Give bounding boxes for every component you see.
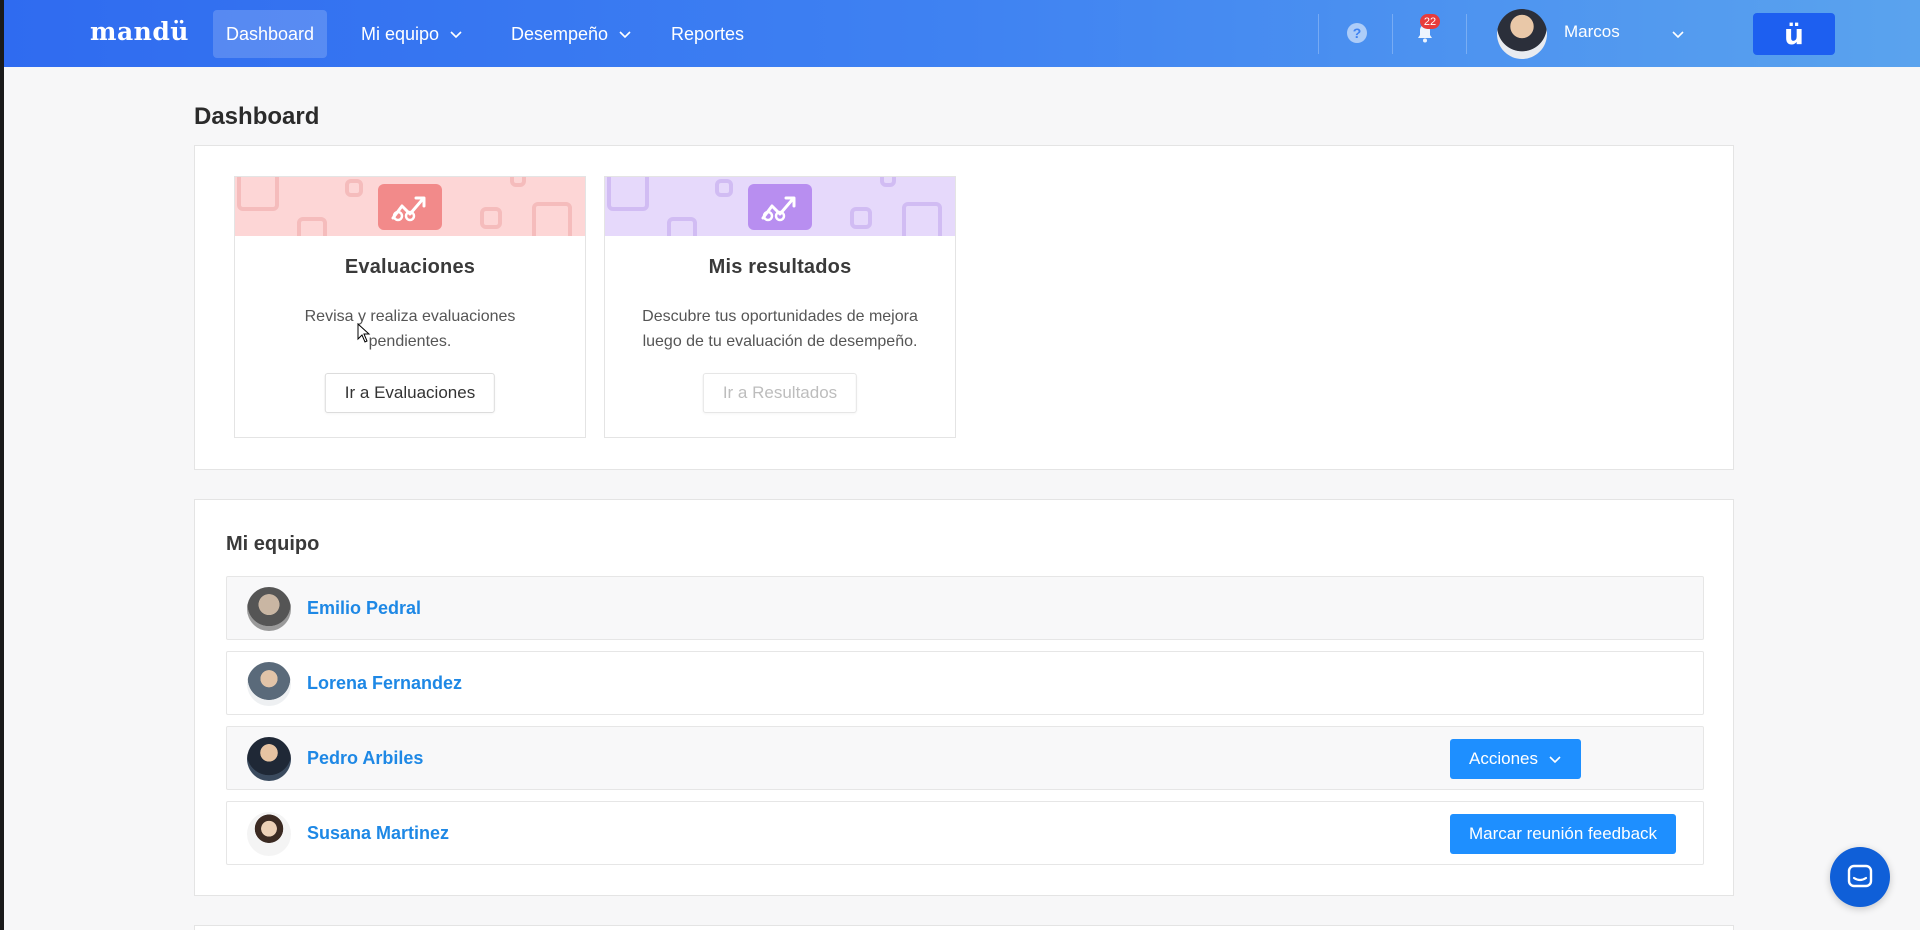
team-member-row[interactable]: Emilio Pedral bbox=[226, 576, 1704, 640]
pattern-shape bbox=[510, 177, 526, 187]
pattern-shape bbox=[297, 217, 327, 236]
help-icon[interactable]: ? bbox=[1347, 23, 1367, 43]
nav-reportes[interactable]: Reportes bbox=[658, 10, 757, 58]
page-title: Dashboard bbox=[194, 103, 320, 130]
pattern-shape bbox=[532, 202, 572, 236]
team-member-row[interactable]: Susana Martinez Marcar reunión feedback bbox=[226, 801, 1704, 865]
nav-dashboard-label: Dashboard bbox=[226, 23, 315, 44]
avatar bbox=[247, 662, 291, 706]
acciones-dropdown-button[interactable]: Acciones bbox=[1450, 739, 1581, 779]
pattern-shape bbox=[902, 202, 942, 236]
nav-divider bbox=[1466, 14, 1467, 54]
pattern-shape bbox=[607, 177, 649, 211]
pattern-shape bbox=[237, 177, 279, 211]
brand-menu-button[interactable]: ü bbox=[1753, 13, 1835, 55]
section-title: Mi equipo bbox=[226, 533, 320, 555]
user-avatar[interactable] bbox=[1497, 9, 1547, 59]
member-name-link[interactable]: Susana Martinez bbox=[307, 823, 449, 844]
ir-a-resultados-button[interactable]: Ir a Resultados bbox=[702, 373, 858, 413]
cards-panel: Evaluaciones Revisa y realiza evaluacion… bbox=[194, 145, 1734, 470]
chevron-down-icon[interactable] bbox=[1671, 27, 1685, 41]
app-logo[interactable]: mandü bbox=[90, 17, 189, 46]
card-evaluaciones: Evaluaciones Revisa y realiza evaluacion… bbox=[234, 176, 586, 438]
nav-mi-equipo[interactable]: Mi equipo bbox=[348, 10, 476, 58]
next-panel-edge bbox=[194, 925, 1734, 930]
pattern-shape bbox=[345, 179, 363, 197]
member-name-link[interactable]: Emilio Pedral bbox=[307, 598, 421, 619]
mouse-cursor-icon bbox=[357, 323, 371, 343]
nav-reportes-label: Reportes bbox=[671, 23, 745, 44]
pattern-shape bbox=[715, 179, 733, 197]
trending-up-icon bbox=[378, 184, 442, 230]
marcar-reunion-feedback-button[interactable]: Marcar reunión feedback bbox=[1450, 814, 1677, 854]
marcar-reunion-label: Marcar reunión feedback bbox=[1469, 824, 1658, 843]
card-mis-resultados: Mis resultados Descubre tus oportunidade… bbox=[604, 176, 956, 438]
card-banner bbox=[235, 177, 585, 236]
nav-desempeno[interactable]: Desempeño bbox=[498, 10, 645, 58]
team-member-row[interactable]: Pedro Arbiles Acciones bbox=[226, 726, 1704, 790]
ir-a-evaluaciones-button[interactable]: Ir a Evaluaciones bbox=[324, 373, 496, 413]
pattern-shape bbox=[850, 207, 872, 229]
member-name-link[interactable]: Pedro Arbiles bbox=[307, 748, 423, 769]
pattern-shape bbox=[880, 177, 896, 187]
chat-icon bbox=[1847, 864, 1873, 888]
user-name[interactable]: Marcos bbox=[1564, 22, 1620, 42]
avatar bbox=[247, 587, 291, 631]
card-banner bbox=[605, 177, 955, 236]
nav-mi-equipo-label: Mi equipo bbox=[361, 23, 440, 44]
nav-desempeno-label: Desempeño bbox=[511, 23, 609, 44]
team-panel: Mi equipo Emilio Pedral Lorena Fernandez… bbox=[194, 499, 1734, 896]
acciones-label: Acciones bbox=[1469, 749, 1538, 768]
chevron-down-icon bbox=[619, 31, 631, 39]
nav-dashboard[interactable]: Dashboard bbox=[213, 10, 328, 58]
avatar bbox=[247, 812, 291, 856]
card-description: Revisa y realiza evaluaciones pendientes… bbox=[304, 308, 516, 350]
trending-up-icon bbox=[748, 184, 812, 230]
avatar bbox=[247, 737, 291, 781]
chat-launcher-button[interactable] bbox=[1830, 847, 1890, 907]
card-title: Mis resultados bbox=[708, 256, 852, 278]
nav-divider bbox=[1318, 14, 1319, 54]
pattern-shape bbox=[667, 217, 697, 236]
card-title: Evaluaciones bbox=[344, 256, 476, 278]
chevron-down-icon bbox=[1549, 756, 1561, 764]
nav-divider bbox=[1392, 14, 1393, 54]
team-member-row[interactable]: Lorena Fernandez bbox=[226, 651, 1704, 715]
card-description: Descubre tus oportunidades de mejora lue… bbox=[642, 308, 918, 350]
member-name-link[interactable]: Lorena Fernandez bbox=[307, 673, 462, 694]
top-navbar: mandü Dashboard Mi equipo Desempeño Repo… bbox=[4, 0, 1920, 67]
notification-badge: 22 bbox=[1420, 14, 1440, 29]
chevron-down-icon bbox=[450, 31, 462, 39]
pattern-shape bbox=[480, 207, 502, 229]
window-edge bbox=[0, 0, 4, 930]
